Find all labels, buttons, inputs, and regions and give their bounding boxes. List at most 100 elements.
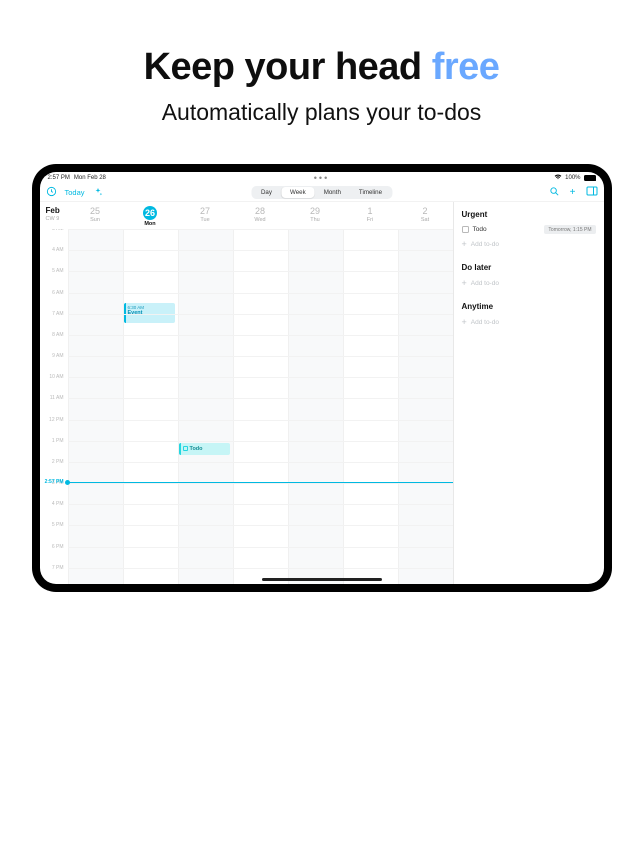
calendar-todo[interactable]: Todo [179,443,230,455]
day-number: 25 [68,206,123,216]
due-badge: Tomorrow, 1:15 PM [544,225,595,234]
battery-icon [584,175,596,181]
segment-timeline[interactable]: Timeline [350,187,391,198]
calendar-week-label: CW 9 [46,216,68,222]
day-column[interactable] [288,229,343,584]
day-header[interactable]: 28Wed [233,206,288,227]
hour-label: 9 AM [52,353,63,359]
calendar-grid[interactable]: 6:30 AMEvent Todo [68,229,453,584]
calendar-view: Feb CW 9 25Sun26Mon27Tue28Wed29Thu1Fri2S… [40,202,454,584]
day-name: Sun [68,217,123,223]
add-icon[interactable]: + [570,188,576,198]
event-title: Event [128,310,173,316]
day-header[interactable]: 26Mon [123,206,178,227]
hour-label: 10 AM [49,374,63,380]
headline-plain: Keep your head [144,46,432,88]
hour-label: 5 AM [52,268,63,274]
hour-label: 3 AM [52,229,63,232]
add-todo-label: Add to-do [471,241,499,248]
day-header[interactable]: 27Tue [178,206,233,227]
month-label: Feb [46,206,68,215]
hour-label: 4 AM [52,247,63,253]
section-title-later: Do later [462,263,596,272]
hour-label: 6 PM [52,544,64,550]
multitask-dots-icon[interactable]: ••• [314,173,329,183]
segment-day[interactable]: Day [252,187,281,198]
today-button[interactable]: Today [65,188,85,197]
day-header[interactable]: 25Sun [68,206,123,227]
home-indicator[interactable] [262,578,382,581]
day-column[interactable] [343,229,398,584]
add-todo-label: Add to-do [471,280,499,287]
hour-label: 4 PM [52,501,64,507]
segment-week[interactable]: Week [281,187,315,198]
day-name: Wed [233,217,288,223]
hour-label: 7 PM [52,565,64,571]
statusbar: 2:57 PM Mon Feb 28 ••• 100% [40,172,604,184]
hour-label: 12 PM [49,417,63,423]
sidebar-section-later: Do later + Add to-do [462,263,596,288]
checkbox-icon[interactable] [462,226,469,233]
day-name: Mon [123,221,178,227]
sidebar-section-urgent: Urgent Todo Tomorrow, 1:15 PM + Add to-d… [462,210,596,249]
day-column[interactable]: 6:30 AMEvent [123,229,178,584]
todo-title: Todo [190,446,203,452]
hour-label: 6 AM [52,290,63,296]
day-number: 27 [178,206,233,216]
day-column[interactable] [68,229,123,584]
add-todo-label: Add to-do [471,319,499,326]
ipad-screen: 2:57 PM Mon Feb 28 ••• 100% Today [40,172,604,584]
marketing-headline: Keep your head free [144,46,500,89]
hour-label: 1 PM [52,438,64,444]
calendar-header: Feb CW 9 25Sun26Mon27Tue28Wed29Thu1Fri2S… [40,202,453,229]
hour-label: 8 AM [52,332,63,338]
day-number: 26 [143,206,157,220]
day-header[interactable]: 1Fri [343,206,398,227]
event-time: 6:30 AM [128,305,173,310]
hour-label: 7 AM [52,311,63,317]
marketing-subline: Automatically plans your to-dos [162,99,482,126]
headline-accent: free [432,46,500,88]
day-number: 29 [288,206,343,216]
todo-sidebar: Urgent Todo Tomorrow, 1:15 PM + Add to-d… [454,202,604,584]
plus-icon: + [462,278,467,288]
todo-label: Todo [473,226,487,233]
status-time: 2:57 PM [48,175,70,181]
day-column[interactable]: Todo [178,229,233,584]
hour-label: 2 PM [52,459,64,465]
menu-icon[interactable] [46,186,57,199]
day-column[interactable] [398,229,453,584]
day-header[interactable]: 2Sat [398,206,453,227]
add-todo-button[interactable]: + Add to-do [462,239,596,249]
day-name: Sat [398,217,453,223]
add-todo-button[interactable]: + Add to-do [462,278,596,288]
now-time-label: 2:57 PM [45,479,64,485]
status-date: Mon Feb 28 [74,175,106,181]
plus-icon: + [462,317,467,327]
ipad-frame: 2:57 PM Mon Feb 28 ••• 100% Today [32,164,612,592]
todo-row[interactable]: Todo Tomorrow, 1:15 PM [462,225,596,234]
calendar-body[interactable]: 3 AM 4 AM 5 AM 6 AM 7 AM 8 AM 9 AM 10 AM 11 AM 12… [40,229,453,584]
checkbox-icon[interactable] [183,446,188,451]
sparkle-icon[interactable] [93,187,103,199]
day-header[interactable]: 29Thu [288,206,343,227]
app-toolbar: Today Day Week Month Timeline + [40,184,604,202]
day-name: Tue [178,217,233,223]
segment-month[interactable]: Month [315,187,350,198]
wifi-icon [554,174,562,182]
search-icon[interactable] [549,186,560,200]
day-number: 2 [398,206,453,216]
hour-gutter: 3 AM 4 AM 5 AM 6 AM 7 AM 8 AM 9 AM 10 AM 11 AM 12… [40,229,68,584]
sidebar-section-anytime: Anytime + Add to-do [462,302,596,327]
day-number: 1 [343,206,398,216]
section-title-anytime: Anytime [462,302,596,311]
now-indicator [68,482,453,483]
hour-label: 11 AM [50,395,64,401]
section-title-urgent: Urgent [462,210,596,219]
battery-pct: 100% [565,175,580,181]
day-name: Thu [288,217,343,223]
add-todo-button[interactable]: + Add to-do [462,317,596,327]
hour-label: 5 PM [52,522,64,528]
panel-toggle-icon[interactable] [586,186,598,199]
day-column[interactable] [233,229,288,584]
